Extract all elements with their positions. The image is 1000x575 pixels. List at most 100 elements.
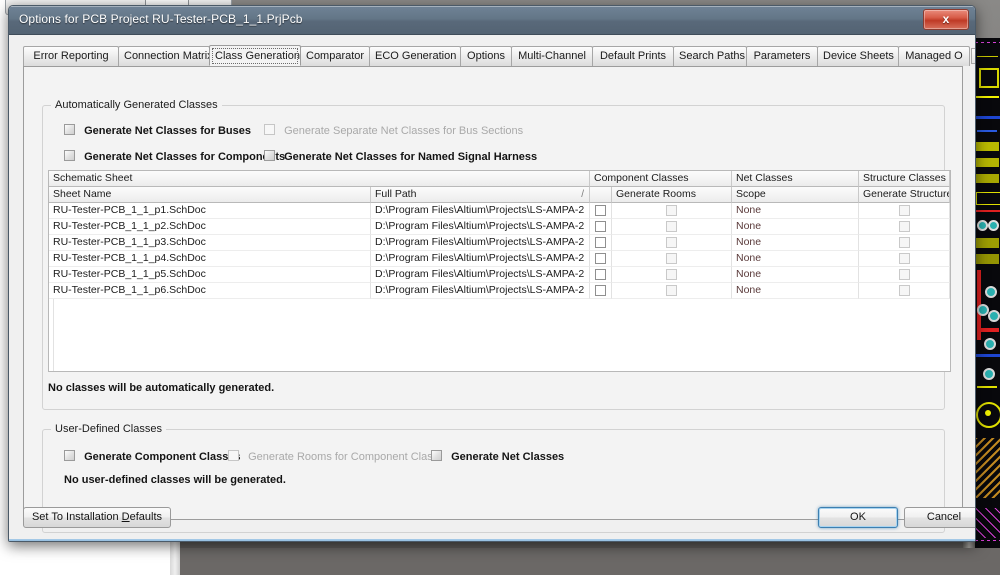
checkbox-box [228,450,239,461]
tab-label: Connection Matrix [124,50,213,62]
tab-connection-matrix[interactable]: Connection Matrix [118,46,213,66]
tab-parameters[interactable]: Parameters [746,46,818,66]
tab-class-generation[interactable]: Class Generation [209,45,301,66]
grid-empty-area-divider [53,299,54,371]
table-cell[interactable] [612,235,732,251]
row-checkbox[interactable] [898,253,910,264]
grid-column-header[interactable]: Generate Structure [859,187,950,203]
checkbox-generate-component-classes[interactable]: Generate Component Classes [64,450,241,463]
grid-group-header: Net Classes [732,171,859,187]
row-checkbox[interactable] [595,269,606,280]
table-cell[interactable] [612,267,732,283]
table-cell[interactable] [590,235,612,251]
table-cell[interactable] [590,203,612,219]
row-checkbox[interactable] [595,285,606,296]
pcb-editor-canvas[interactable] [975,38,1000,548]
tab-panel-class-generation: Automatically Generated Classes Generate… [23,66,963,533]
table-cell[interactable] [590,219,612,235]
tab-managed-o[interactable]: Managed O [898,46,970,66]
tab-options[interactable]: Options [460,46,512,66]
table-row[interactable]: RU-Tester-PCB_1_1_p5.SchDoc D:\Program Fi… [49,267,950,283]
row-checkbox[interactable] [666,205,677,216]
checkbox-box[interactable] [64,150,75,161]
checkbox-generate-net-classes-for-components[interactable]: Generate Net Classes for Components [64,150,285,163]
tab-label: Comparator [306,50,365,62]
grid-column-header[interactable] [590,187,612,203]
table-cell: None [732,235,859,251]
table-row[interactable]: RU-Tester-PCB_1_1_p6.SchDoc D:\Program Fi… [49,283,950,299]
checkbox-box[interactable] [431,450,442,461]
table-cell[interactable] [612,219,732,235]
grid-group-header-label: Schematic Sheet [53,172,133,184]
checkbox-generate-net-classes-for-buses[interactable]: Generate Net Classes for Buses [64,124,251,137]
row-checkbox[interactable] [898,221,910,232]
table-row[interactable]: RU-Tester-PCB_1_1_p3.SchDoc D:\Program Fi… [49,235,950,251]
table-cell[interactable] [859,251,950,267]
row-checkbox[interactable] [666,269,677,280]
table-cell[interactable] [590,251,612,267]
table-row[interactable]: RU-Tester-PCB_1_1_p4.SchDoc D:\Program Fi… [49,251,950,267]
checkbox-box[interactable] [264,150,275,161]
tab-search-paths[interactable]: Search Paths [673,46,747,66]
dialog-bottom-edge [9,539,975,541]
schematic-sheet-grid[interactable]: Schematic Sheet Component Classes Net Clas… [48,170,951,372]
checkbox-generate-net-classes-for-named-signal-harness[interactable]: Generate Net Classes for Named Signal Ha… [264,150,537,163]
grid-column-header[interactable]: Sheet Name [49,187,371,203]
grid-column-header[interactable]: Scope [732,187,859,203]
table-cell: RU-Tester-PCB_1_1_p6.SchDoc [49,283,371,299]
table-cell[interactable] [859,203,950,219]
table-cell[interactable] [590,283,612,299]
tab-multi-channel[interactable]: Multi-Channel [511,46,593,66]
row-checkbox[interactable] [595,205,606,216]
table-row[interactable]: RU-Tester-PCB_1_1_p1.SchDoc D:\Program Fi… [49,203,950,219]
grid-column-header-label: Sheet Name [53,188,112,200]
table-cell: RU-Tester-PCB_1_1_p1.SchDoc [49,203,371,219]
table-cell: RU-Tester-PCB_1_1_p4.SchDoc [49,251,371,267]
table-row[interactable]: RU-Tester-PCB_1_1_p2.SchDoc D:\Program Fi… [49,219,950,235]
tab-error-reporting[interactable]: Error Reporting [23,46,119,66]
grid-group-header-label: Component Classes [594,172,689,184]
table-cell[interactable] [612,203,732,219]
tab-default-prints[interactable]: Default Prints [592,46,674,66]
row-checkbox[interactable] [595,253,606,264]
grid-column-header[interactable]: Full Path / [371,187,590,203]
tab-device-sheets[interactable]: Device Sheets [817,46,899,66]
tab-strip: Error Reporting Connection Matrix Class Ge… [23,45,975,67]
table-cell[interactable] [859,219,950,235]
table-cell[interactable] [612,251,732,267]
close-button[interactable]: x [923,9,969,30]
row-checkbox[interactable] [898,237,910,248]
row-checkbox[interactable] [666,237,677,248]
ok-button[interactable]: OK [818,507,898,528]
defaults-label-pre: Set To Installation [31,511,122,523]
dialog-titlebar[interactable]: Options for PCB Project RU-Tester-PCB_1_… [9,6,975,35]
table-cell[interactable] [612,283,732,299]
row-checkbox[interactable] [898,205,910,216]
row-checkbox[interactable] [595,237,606,248]
cancel-button[interactable]: Cancel [904,507,975,528]
grid-column-header-label: Scope [736,188,766,200]
table-cell[interactable] [859,283,950,299]
checkbox-generate-net-classes[interactable]: Generate Net Classes [431,450,564,463]
set-to-installation-defaults-button[interactable]: Set To Installation Defaults [23,507,171,528]
grid-group-header-label: Net Classes [736,172,793,184]
row-checkbox[interactable] [666,221,677,232]
checkbox-box[interactable] [64,124,75,135]
table-cell[interactable] [590,267,612,283]
row-checkbox[interactable] [595,221,606,232]
table-cell[interactable] [859,235,950,251]
tab-label: Options [467,50,505,62]
grid-column-header[interactable]: Generate Rooms [612,187,732,203]
tab-eco-generation[interactable]: ECO Generation [369,46,461,66]
row-checkbox[interactable] [898,269,910,280]
checkbox-box[interactable] [64,450,75,461]
table-cell[interactable] [859,267,950,283]
tab-scroll-left-icon[interactable]: ◄ [971,48,975,64]
row-checkbox[interactable] [666,285,677,296]
user-status-text: No user-defined classes will be generate… [64,474,286,486]
row-checkbox[interactable] [898,285,910,296]
row-checkbox[interactable] [666,253,677,264]
tab-comparator[interactable]: Comparator [300,46,370,66]
checkbox-label: Generate Separate Net Classes for Bus Se… [284,125,524,137]
table-cell: RU-Tester-PCB_1_1_p2.SchDoc [49,219,371,235]
